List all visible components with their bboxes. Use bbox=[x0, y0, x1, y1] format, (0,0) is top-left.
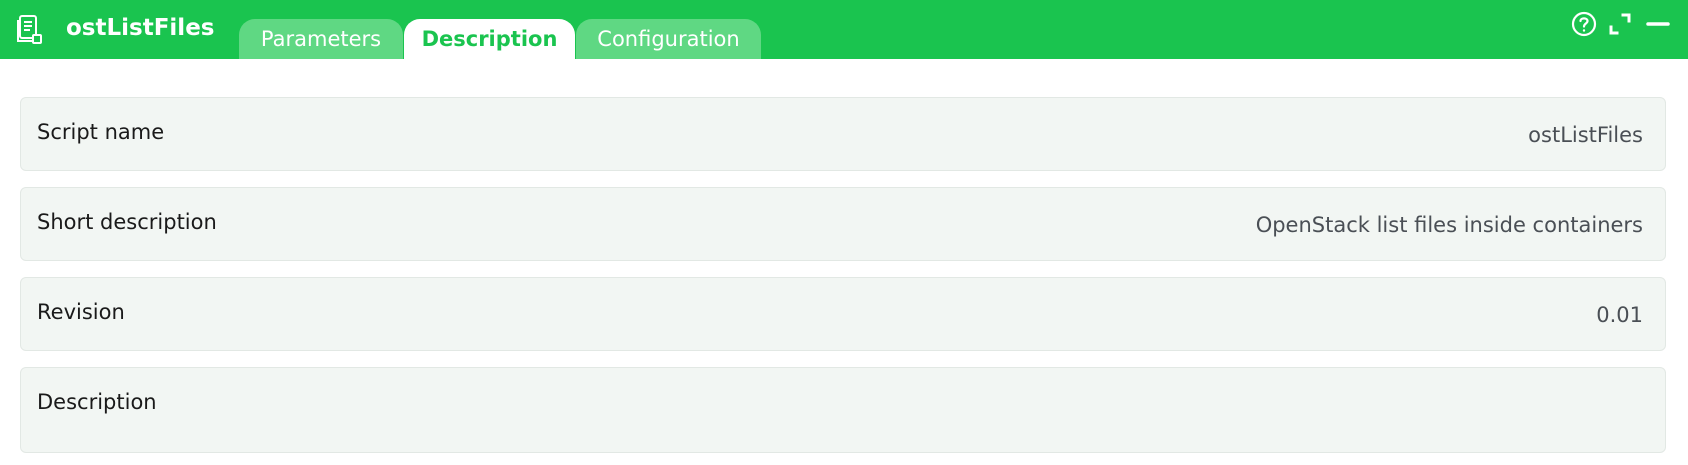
title-bar: ostListFiles Parameters Description Conf… bbox=[0, 0, 1688, 59]
field-label: Short description bbox=[37, 210, 217, 234]
tab-description[interactable]: Description bbox=[404, 19, 575, 59]
tab-configuration[interactable]: Configuration bbox=[576, 19, 761, 59]
expand-icon[interactable] bbox=[1606, 10, 1634, 38]
help-icon[interactable] bbox=[1570, 10, 1598, 38]
field-label: Description bbox=[37, 390, 157, 414]
field-value: OpenStack list files inside containers bbox=[1255, 213, 1643, 237]
field-row-description: Description bbox=[20, 367, 1666, 453]
window-title: ostListFiles bbox=[66, 15, 215, 41]
field-value: ostListFiles bbox=[1528, 123, 1643, 147]
script-document-icon bbox=[16, 14, 44, 46]
field-label: Script name bbox=[37, 120, 165, 144]
tab-parameters[interactable]: Parameters bbox=[239, 19, 403, 59]
field-row-short-description: Short description OpenStack list files i… bbox=[20, 187, 1666, 261]
minimize-icon[interactable] bbox=[1644, 10, 1672, 38]
field-label: Revision bbox=[37, 300, 125, 324]
field-row-script-name: Script name ostListFiles bbox=[20, 97, 1666, 171]
field-row-revision: Revision 0.01 bbox=[20, 277, 1666, 351]
field-value: 0.01 bbox=[1596, 303, 1643, 327]
